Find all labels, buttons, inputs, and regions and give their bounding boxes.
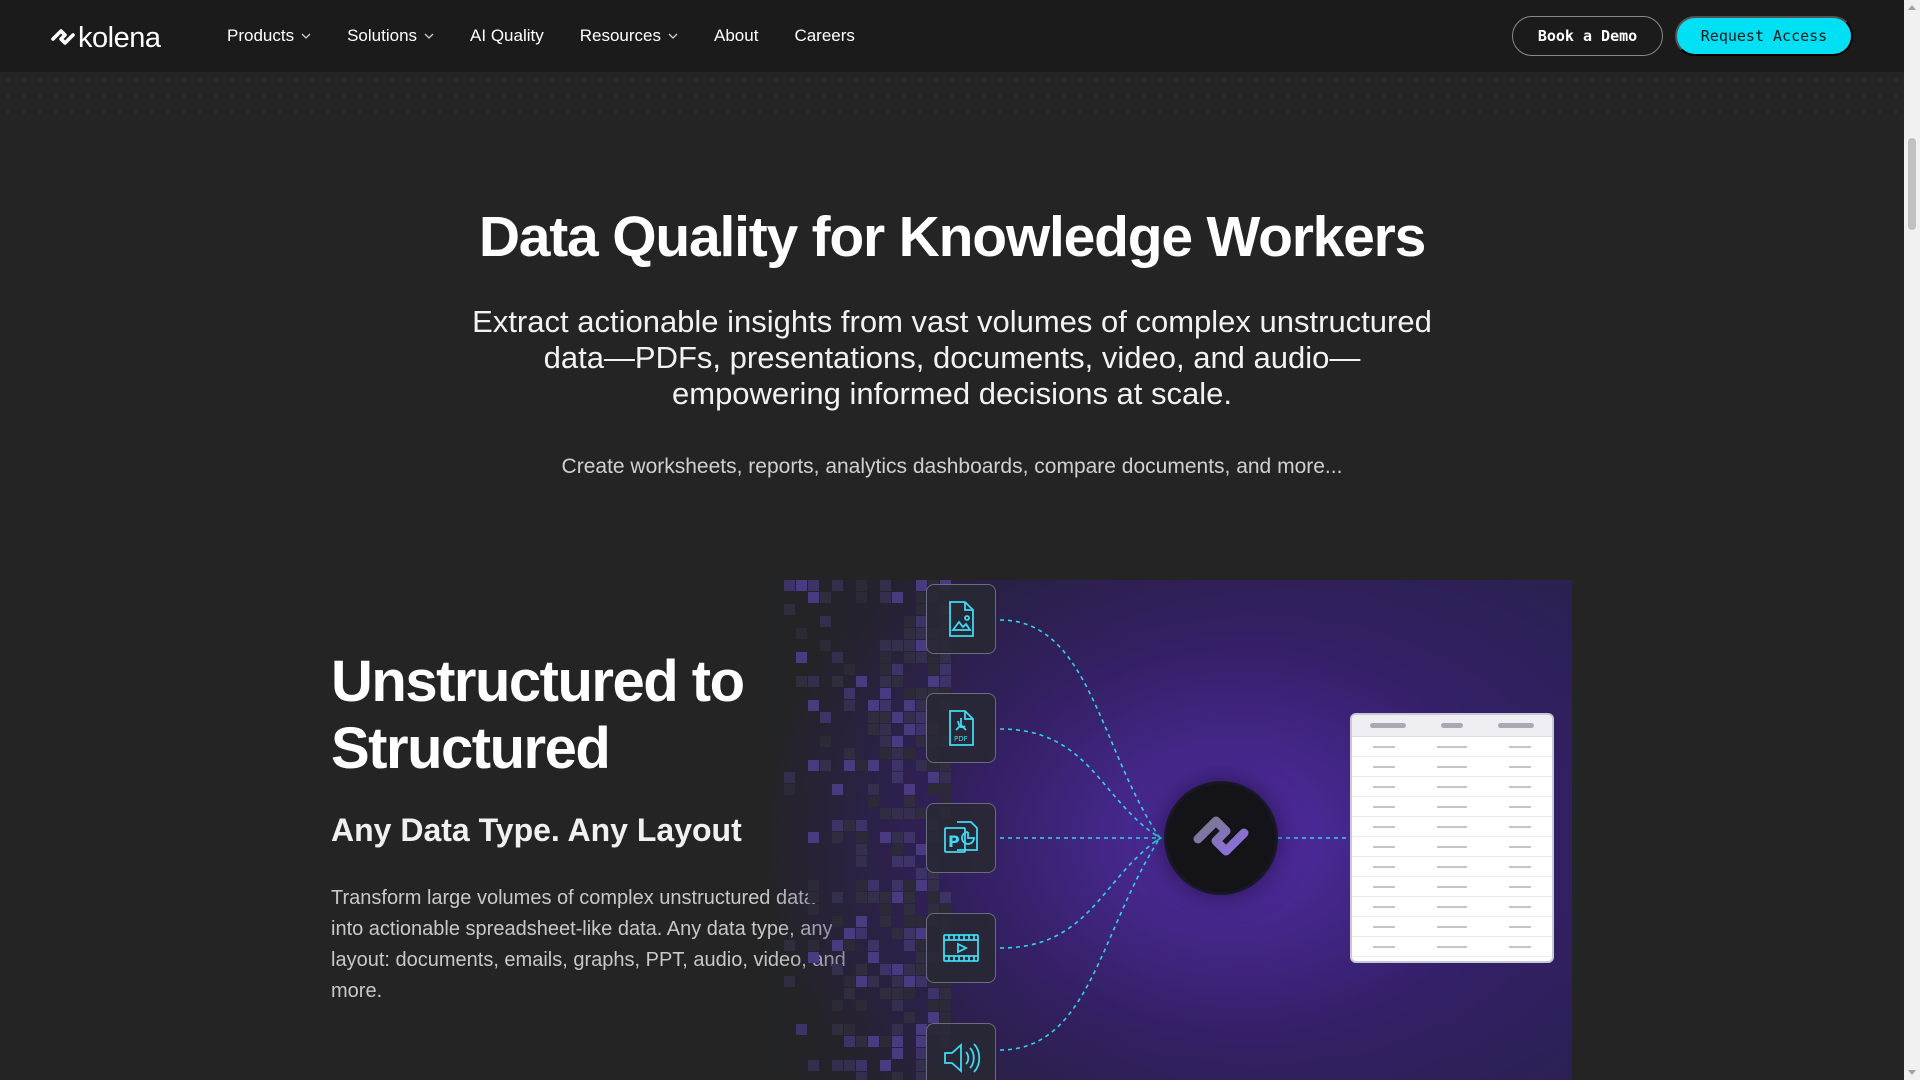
pdf-document-icon: PDF [926, 693, 996, 763]
data-flow-illustration: PDF P [760, 580, 1572, 1080]
hero-subtitle: Extract actionable insights from vast vo… [472, 304, 1432, 411]
nav-item-label: Careers [794, 26, 855, 45]
nav-item-careers[interactable]: Careers [794, 26, 854, 46]
ppt-label: P [948, 832, 960, 851]
kolena-logo[interactable]: kolena [50, 22, 161, 55]
nav-item-resources[interactable]: Resources [580, 26, 678, 46]
feature-title-line1: Unstructured to [331, 649, 745, 714]
book-demo-button[interactable]: Book a Demo [1512, 16, 1663, 56]
nav-item-label: About [714, 26, 759, 45]
top-navbar: kolena Products Solutions AI Quality Res… [0, 0, 1904, 72]
nav-item-label: Solutions [347, 26, 418, 45]
kolena-hub [1167, 784, 1275, 892]
chevron-down-icon [668, 33, 678, 39]
request-access-button[interactable]: Request Access [1675, 16, 1853, 56]
main-nav: Products Solutions AI Quality Resources … [227, 0, 891, 72]
audio-speaker-icon [926, 1023, 996, 1080]
chevron-down-icon [424, 33, 434, 39]
hero-title: Data Quality for Knowledge Workers [478, 205, 1427, 269]
scrollbar-thumb[interactable] [1908, 138, 1916, 230]
hero-tagline: Create worksheets, reports, analytics da… [561, 455, 1343, 478]
kolena-logo-icon [51, 28, 75, 45]
video-file-icon [926, 913, 996, 983]
nav-item-solutions[interactable]: Solutions [347, 26, 434, 46]
logo-text: kolena [78, 22, 161, 54]
feature-title-line2: Structured [331, 716, 611, 781]
pdf-label: PDF [954, 735, 968, 743]
nav-item-products[interactable]: Products [227, 26, 311, 46]
spreadsheet-table-icon [1350, 713, 1554, 963]
nav-item-label: AI Quality [470, 26, 544, 45]
spreadsheet-header [1352, 715, 1552, 737]
nav-item-label: Products [227, 26, 295, 45]
nav-item-ai-quality[interactable]: AI Quality [470, 26, 544, 46]
scroll-up-arrow-icon[interactable] [1908, 5, 1916, 10]
scroll-down-arrow-icon[interactable] [1908, 1070, 1916, 1075]
image-document-icon [926, 584, 996, 654]
kolena-logo-icon [1193, 816, 1249, 856]
powerpoint-document-icon: P [926, 803, 996, 873]
chevron-down-icon [301, 33, 311, 39]
nav-item-about[interactable]: About [714, 26, 758, 46]
page-scrollbar[interactable] [1904, 0, 1920, 1080]
nav-item-label: Resources [579, 26, 661, 45]
